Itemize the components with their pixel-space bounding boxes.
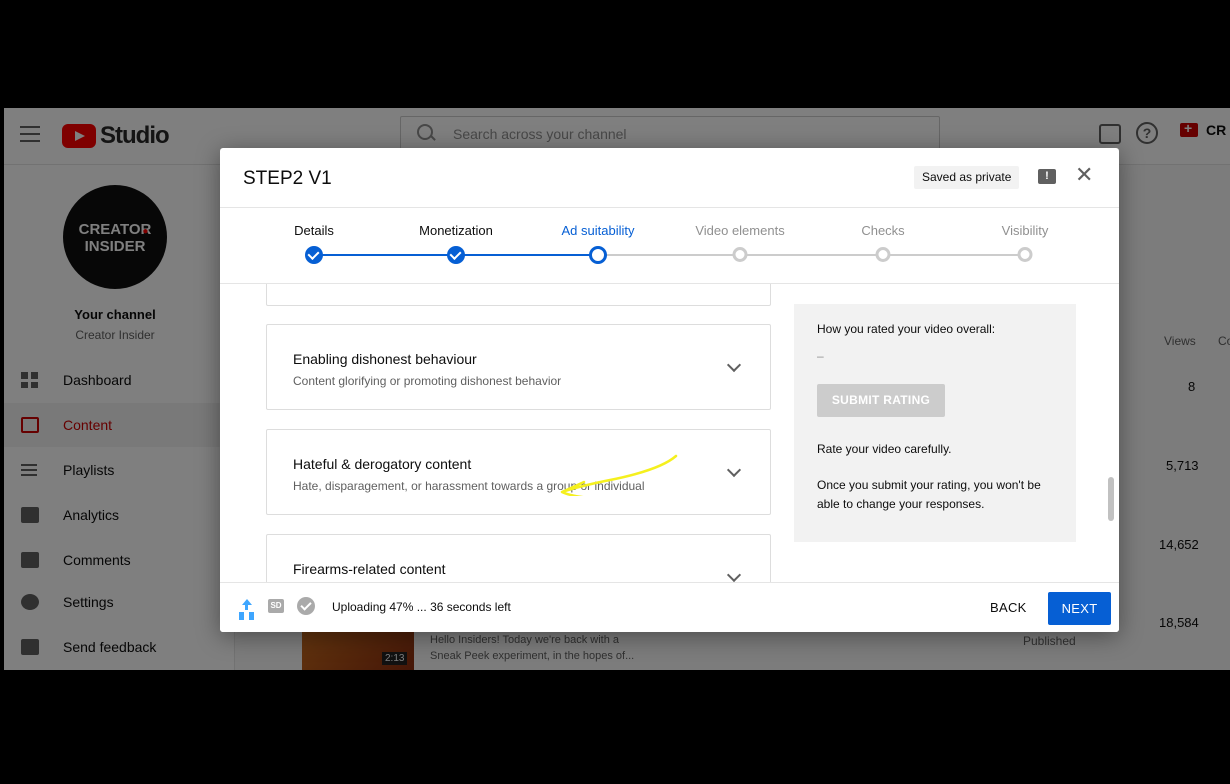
submit-rating-button[interactable]: SUBMIT RATING — [817, 384, 945, 417]
upload-status: Uploading 47% ... 36 seconds left — [332, 600, 511, 614]
chevron-down-icon[interactable] — [726, 567, 742, 582]
upload-icon — [239, 599, 253, 615]
rating-hint: Rate your video carefully. — [817, 442, 952, 456]
content-scrollbar[interactable] — [1108, 477, 1114, 521]
annotation-arrow — [560, 454, 678, 496]
dialog-title: STEP2 V1 — [243, 168, 332, 189]
rating-warning: Once you submit your rating, you won't b… — [817, 478, 1041, 511]
back-button[interactable]: BACK — [990, 600, 1027, 615]
category-description: Content glorifying or promoting dishones… — [293, 374, 562, 388]
upload-stepper: Details Monetization Ad suitability Vide… — [220, 208, 1119, 283]
category-card-partial[interactable] — [266, 284, 771, 306]
dialog-footer: SD Uploading 47% ... 36 seconds left BAC… — [220, 582, 1119, 632]
sd-quality-icon: SD — [268, 599, 284, 613]
report-issue-icon[interactable]: ! — [1038, 169, 1056, 184]
category-title: Enabling dishonest behaviour — [293, 351, 477, 367]
step-details[interactable]: Details — [294, 223, 334, 238]
overall-rating-panel: How you rated your video overall: – SUBM… — [794, 304, 1076, 542]
category-title: Hateful & derogatory content — [293, 456, 472, 472]
next-button[interactable]: NEXT — [1048, 592, 1111, 625]
step-current-icon[interactable] — [589, 246, 607, 264]
chevron-down-icon[interactable] — [726, 357, 742, 373]
step-done-check-icon[interactable] — [305, 246, 323, 264]
step-monetization[interactable]: Monetization — [419, 223, 493, 238]
rating-heading: How you rated your video overall: — [817, 322, 996, 336]
category-title: Firearms-related content — [293, 561, 446, 577]
chevron-down-icon[interactable] — [726, 462, 742, 478]
ad-suitability-content: Enabling dishonest behaviour Content glo… — [220, 284, 1119, 582]
checks-status-icon — [297, 597, 315, 615]
step-checks[interactable]: Checks — [861, 223, 904, 238]
saved-status-badge: Saved as private — [914, 166, 1020, 189]
category-card-hateful-content[interactable]: Hateful & derogatory content Hate, dispa… — [266, 429, 771, 515]
step-pending-icon[interactable] — [875, 247, 891, 262]
step-video-elements[interactable]: Video elements — [695, 223, 784, 238]
close-icon[interactable]: ✕ — [1075, 164, 1093, 186]
category-card-dishonest-behaviour[interactable]: Enabling dishonest behaviour Content glo… — [266, 324, 771, 410]
step-pending-icon[interactable] — [732, 247, 748, 262]
step-visibility[interactable]: Visibility — [1002, 223, 1049, 238]
step-pending-icon[interactable] — [1017, 247, 1033, 262]
category-card-firearms[interactable]: Firearms-related content — [266, 534, 771, 582]
step-done-check-icon[interactable] — [447, 246, 465, 264]
step-ad-suitability[interactable]: Ad suitability — [562, 223, 635, 238]
rating-value: – — [817, 349, 824, 363]
step-remaining-line — [598, 254, 1025, 256]
upload-dialog: STEP2 V1 Saved as private ! ✕ Details Mo… — [220, 148, 1119, 632]
